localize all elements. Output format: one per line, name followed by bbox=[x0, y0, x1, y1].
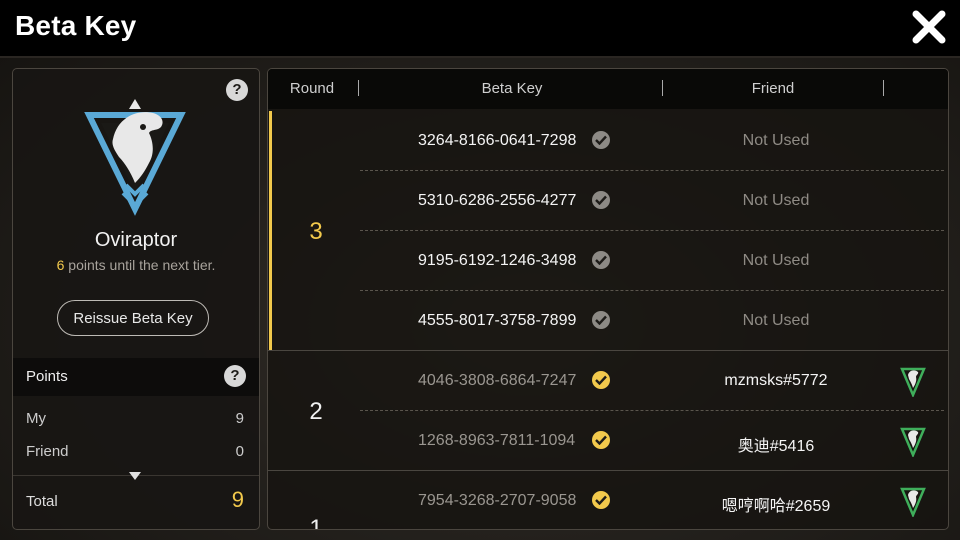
header-divider bbox=[883, 80, 884, 96]
table-row: 7954-3268-2707-9058 嗯哼啊哈#2659 bbox=[360, 471, 944, 529]
reissue-beta-key-button[interactable]: Reissue Beta Key bbox=[57, 300, 209, 336]
column-header-beta-key: Beta Key bbox=[481, 80, 543, 97]
chevron-down-icon[interactable] bbox=[128, 471, 142, 481]
my-points-value: 9 bbox=[235, 410, 244, 427]
species-name: Oviraptor bbox=[94, 229, 178, 251]
check-icon bbox=[592, 311, 610, 329]
friend-status: Not Used bbox=[742, 192, 810, 209]
round-number: 3 bbox=[309, 218, 323, 245]
check-icon bbox=[592, 491, 610, 509]
round-number: 1 bbox=[309, 515, 323, 530]
beta-key-code[interactable]: 5310-6286-2556-4277 bbox=[418, 192, 576, 210]
table-row: 5310-6286-2556-4277 Not Used bbox=[360, 171, 944, 231]
table-row: 4046-3808-6864-7247 mzmsks#5772 bbox=[360, 351, 944, 411]
table-row: 4555-8017-3758-7899 Not Used bbox=[360, 291, 944, 351]
table-header: Round Beta Key Friend bbox=[268, 69, 948, 109]
beta-key-code[interactable]: 4046-3808-6864-7247 bbox=[418, 372, 576, 390]
check-icon bbox=[592, 131, 610, 149]
oviraptor-emblem-icon bbox=[84, 99, 186, 216]
check-icon bbox=[592, 191, 610, 209]
friend-status: Not Used bbox=[742, 132, 810, 149]
beta-key-code[interactable]: 7954-3268-2707-9058 bbox=[418, 492, 576, 510]
column-header-round: Round bbox=[289, 80, 335, 97]
beta-key-code[interactable]: 1268-8963-7811-1094 bbox=[418, 432, 575, 450]
profile-panel: ? Oviraptor 6 points until the next tier… bbox=[12, 68, 260, 530]
friend-status: Not Used bbox=[742, 312, 810, 329]
dinosaur-badge-icon bbox=[900, 487, 926, 517]
page-title: Beta Key bbox=[15, 10, 137, 41]
my-points-label: My bbox=[26, 410, 46, 427]
friend-name: mzmsks#5772 bbox=[724, 372, 828, 389]
points-header: Points ? bbox=[13, 358, 259, 396]
help-icon[interactable]: ? bbox=[226, 79, 248, 101]
top-bar: Beta Key bbox=[0, 0, 960, 58]
total-points-value: 9 bbox=[231, 487, 244, 512]
header-divider bbox=[358, 80, 359, 96]
table-row: 9195-6192-1246-3498 Not Used bbox=[360, 231, 944, 291]
check-icon bbox=[592, 371, 610, 389]
close-icon bbox=[912, 10, 946, 44]
active-round-indicator bbox=[269, 111, 272, 350]
friend-points-row: Friend 0 bbox=[26, 443, 244, 460]
column-header-friend: Friend bbox=[751, 80, 795, 97]
beta-key-code[interactable]: 9195-6192-1246-3498 bbox=[418, 252, 576, 270]
friend-status: Not Used bbox=[742, 252, 810, 269]
close-button[interactable] bbox=[908, 6, 950, 48]
friend-points-value: 0 bbox=[235, 443, 244, 460]
friend-name: 嗯哼啊哈#2659 bbox=[721, 498, 831, 515]
total-points-label: Total bbox=[26, 493, 58, 510]
dinosaur-badge-icon bbox=[900, 367, 926, 397]
total-points-row: Total 9 bbox=[26, 487, 244, 512]
beta-key-code[interactable]: 3264-8166-0641-7298 bbox=[418, 132, 576, 150]
round-number: 2 bbox=[309, 398, 323, 425]
dinosaur-badge-icon bbox=[900, 427, 926, 457]
table-row: 1268-8963-7811-1094 奥迪#5416 bbox=[360, 411, 944, 471]
tier-caption: points until the next tier. bbox=[64, 257, 216, 273]
beta-key-code[interactable]: 4555-8017-3758-7899 bbox=[418, 312, 576, 330]
check-icon bbox=[592, 431, 610, 449]
friend-name: 奥迪#5416 bbox=[737, 438, 815, 455]
table-row: 3264-8166-0641-7298 Not Used bbox=[360, 111, 944, 171]
check-icon bbox=[592, 251, 610, 269]
beta-key-table: Round Beta Key Friend 3 3264-8166-0641-7… bbox=[267, 68, 949, 530]
points-help-icon[interactable]: ? bbox=[224, 365, 246, 387]
my-points-row: My 9 bbox=[26, 410, 244, 427]
header-divider bbox=[662, 80, 663, 96]
points-title: Points bbox=[26, 368, 68, 385]
friend-points-label: Friend bbox=[26, 443, 69, 460]
tier-progress-text: 6 points until the next tier. bbox=[13, 257, 259, 273]
